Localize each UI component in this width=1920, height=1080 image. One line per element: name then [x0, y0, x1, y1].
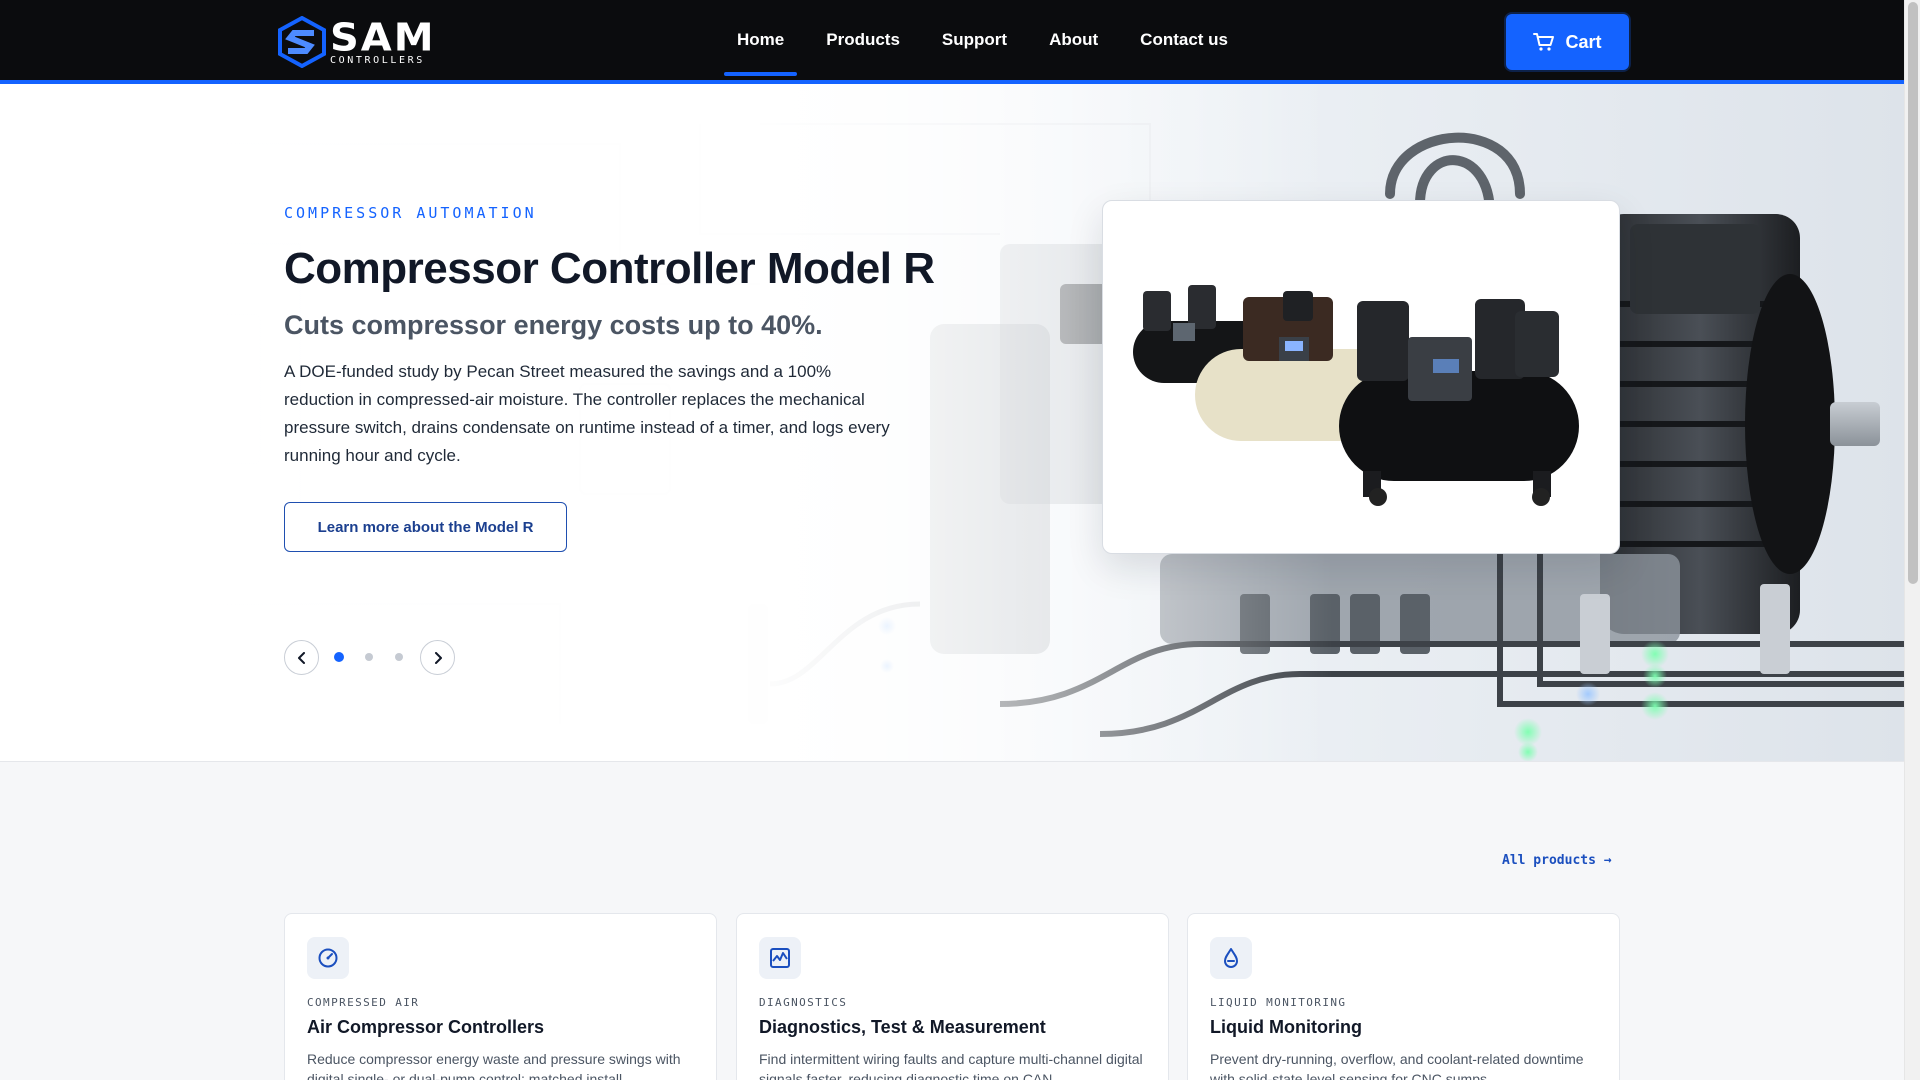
carousel-dot-3[interactable] — [395, 653, 403, 661]
card-title: Liquid Monitoring — [1210, 1017, 1362, 1037]
page-scrollbar[interactable] — [1904, 0, 1920, 1080]
card-title: Air Compressor Controllers — [307, 1017, 545, 1037]
card-description: Find intermittent wiring faults and capt… — [759, 1051, 1143, 1080]
hero-eyebrow: COMPRESSOR AUTOMATION — [284, 204, 537, 222]
card-description: Reduce compressor energy waste and press… — [307, 1051, 681, 1080]
carousel-prev-button[interactable] — [284, 640, 319, 675]
chevron-right-icon — [434, 651, 442, 664]
scrollbar-thumb[interactable] — [1908, 2, 1918, 584]
nav-products[interactable]: Products — [805, 0, 921, 80]
cart-label: Cart — [1565, 31, 1602, 52]
air-compressor-image — [1133, 285, 1579, 506]
nav-contact-us[interactable]: Contact us — [1119, 0, 1249, 80]
carousel-next-button[interactable] — [420, 640, 455, 675]
site-header: SAM CONTROLLERS Home Products Support Ab… — [0, 0, 1904, 84]
brand-logo[interactable]: SAM CONTROLLERS — [276, 16, 436, 68]
cart-button[interactable]: Cart — [1506, 14, 1629, 70]
hero-product-image-card — [1102, 200, 1620, 554]
all-products-link[interactable]: All products → — [1502, 853, 1612, 868]
product-card-air-compressor[interactable]: COMPRESSED AIR Air Compressor Controller… — [284, 913, 717, 1080]
carousel-dot-1[interactable] — [334, 652, 344, 662]
hero-subtitle: Cuts compressor energy costs up to 40%. — [284, 310, 823, 340]
nav-home[interactable]: Home — [716, 0, 805, 80]
hero-title: Compressor Controller Model R — [284, 244, 935, 293]
cart-icon — [1533, 33, 1555, 51]
nav-about[interactable]: About — [1028, 0, 1119, 80]
main-nav: Home Products Support About Contact us — [716, 0, 1249, 80]
carousel-dot-2[interactable] — [365, 653, 373, 661]
nav-support[interactable]: Support — [921, 0, 1028, 80]
brand-name: SAM — [330, 16, 436, 60]
card-eyebrow: DIAGNOSTICS — [759, 996, 848, 1009]
hero-section: COMPRESSOR AUTOMATION Compressor Control… — [0, 84, 1904, 762]
product-card-diagnostics[interactable]: DIAGNOSTICS Diagnostics, Test & Measurem… — [736, 913, 1169, 1080]
logo-mark-icon — [278, 16, 326, 68]
gauge-icon — [318, 948, 338, 968]
card-description: Prevent dry-running, overflow, and coola… — [1210, 1051, 1584, 1080]
waveform-icon — [770, 948, 790, 968]
product-card-liquid-monitoring[interactable]: LIQUID MONITORING Liquid Monitoring Prev… — [1187, 913, 1620, 1080]
card-title: Diagnostics, Test & Measurement — [759, 1017, 1046, 1037]
droplet-icon — [1224, 948, 1238, 968]
card-eyebrow: LIQUID MONITORING — [1210, 996, 1347, 1009]
hero-body: A DOE-funded study by Pecan Street measu… — [284, 362, 890, 465]
chevron-left-icon — [297, 651, 305, 664]
learn-more-button[interactable]: Learn more about the Model R — [284, 502, 567, 552]
card-eyebrow: COMPRESSED AIR — [307, 996, 420, 1009]
